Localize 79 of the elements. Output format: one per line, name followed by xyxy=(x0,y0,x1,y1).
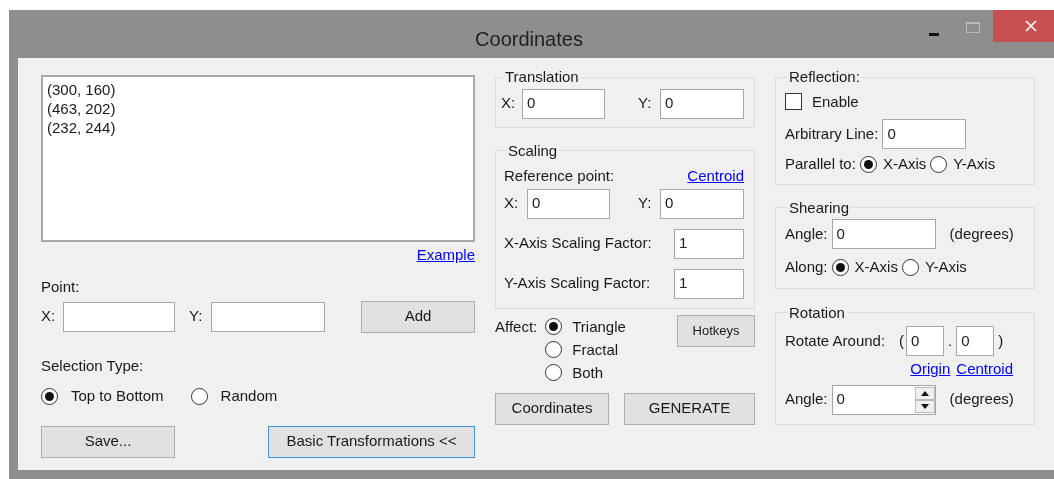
points-list[interactable]: (300, 160) (463, 202) (232, 244) xyxy=(41,75,475,242)
field-label: Affect: xyxy=(495,316,538,337)
hotkeys-button[interactable]: Hotkeys xyxy=(677,314,755,347)
radio-button[interactable] xyxy=(41,387,58,405)
window-title: Coordinates xyxy=(475,27,583,52)
list-item: (300, 160) xyxy=(47,80,117,99)
input-field[interactable]: 0 xyxy=(831,219,936,249)
save-button[interactable]: Save... xyxy=(41,425,175,458)
radio-button[interactable] xyxy=(190,387,208,405)
input-field[interactable]: 1 xyxy=(674,228,744,259)
radio-button[interactable] xyxy=(930,155,948,173)
link[interactable]: Example xyxy=(416,244,475,264)
radio-label: Y-Axis xyxy=(953,154,996,174)
radio-button[interactable] xyxy=(545,340,563,358)
group-title: Reflection: xyxy=(788,67,861,87)
radio-label: Top to Bottom xyxy=(71,386,164,406)
list-item: (463, 202) xyxy=(47,99,117,118)
field-label: Rotate Around: xyxy=(785,330,886,351)
radio-button[interactable] xyxy=(545,317,563,335)
radio-button[interactable] xyxy=(831,258,849,276)
radio-button[interactable] xyxy=(859,155,877,173)
radio-button[interactable] xyxy=(545,363,563,381)
field-label: Selection Type: xyxy=(41,356,144,374)
group-title: Shearing xyxy=(788,197,851,218)
input-field[interactable] xyxy=(211,301,325,332)
input-field[interactable]: 0 xyxy=(660,188,744,219)
paren-text: ) xyxy=(998,330,1004,351)
group-title: Translation xyxy=(504,67,580,87)
radio-label: Both xyxy=(572,362,604,383)
checkbox[interactable] xyxy=(785,93,802,111)
paren-text: ( xyxy=(899,330,905,351)
field-label: X: xyxy=(501,93,517,114)
field-label: Angle: xyxy=(785,223,828,244)
input-field[interactable]: 0 xyxy=(660,88,744,119)
field-label: Parallel to: xyxy=(785,154,856,174)
field-label: Point: xyxy=(41,278,80,295)
list-item: (232, 244) xyxy=(47,118,117,137)
coordinates-button[interactable]: Coordinates xyxy=(495,392,609,425)
link[interactable]: Origin xyxy=(910,358,951,381)
spinner-field[interactable]: 0 xyxy=(831,384,936,415)
field-label: X: xyxy=(504,193,520,214)
input-field[interactable]: 1 xyxy=(674,268,744,299)
input-field[interactable]: 0 xyxy=(527,188,610,219)
radio-button[interactable] xyxy=(901,258,919,276)
field-label: Y: xyxy=(638,193,653,214)
field-label: Arbitrary Line: xyxy=(785,123,879,144)
group-title: Scaling xyxy=(507,140,559,161)
close-button[interactable] xyxy=(993,10,1054,42)
field-label: X-Axis Scaling Factor: xyxy=(504,233,652,254)
radio-label: X-Axis xyxy=(882,154,927,174)
generate-button[interactable]: GENERATE xyxy=(624,392,755,425)
radio-label: X-Axis xyxy=(854,257,898,277)
add-button[interactable]: Add xyxy=(361,300,475,333)
separator-text: . xyxy=(948,330,953,351)
close-icon xyxy=(1025,20,1037,32)
field-label: X: xyxy=(41,306,57,327)
unit-label: (degrees) xyxy=(949,389,1014,410)
link[interactable]: Centroid xyxy=(687,165,744,188)
field-label: Reference point: xyxy=(504,166,615,186)
radio-label: Triangle xyxy=(572,316,626,337)
basic-transformations-button[interactable]: Basic Transformations << xyxy=(268,425,475,458)
unit-label: (degrees) xyxy=(949,223,1014,244)
radio-label: Y-Axis xyxy=(924,257,967,277)
field-label: Y: xyxy=(638,93,653,114)
input-field[interactable]: 0 xyxy=(956,326,995,356)
field-label: Angle: xyxy=(785,389,828,410)
radio-label: Fractal xyxy=(572,339,619,360)
field-label: Along: xyxy=(785,257,828,277)
group-title: Rotation xyxy=(788,302,846,323)
link[interactable]: Centroid xyxy=(956,358,1013,381)
radio-label: Random xyxy=(220,386,278,406)
input-field[interactable] xyxy=(63,301,175,332)
field-label: Y-Axis Scaling Factor: xyxy=(504,273,651,294)
checkbox-label: Enable xyxy=(812,91,859,112)
input-field[interactable]: 0 xyxy=(906,326,945,356)
up-down-arrows-icon xyxy=(914,386,935,413)
input-field[interactable]: 0 xyxy=(882,119,967,149)
input-field[interactable]: 0 xyxy=(522,88,605,119)
field-label: Y: xyxy=(189,306,204,327)
